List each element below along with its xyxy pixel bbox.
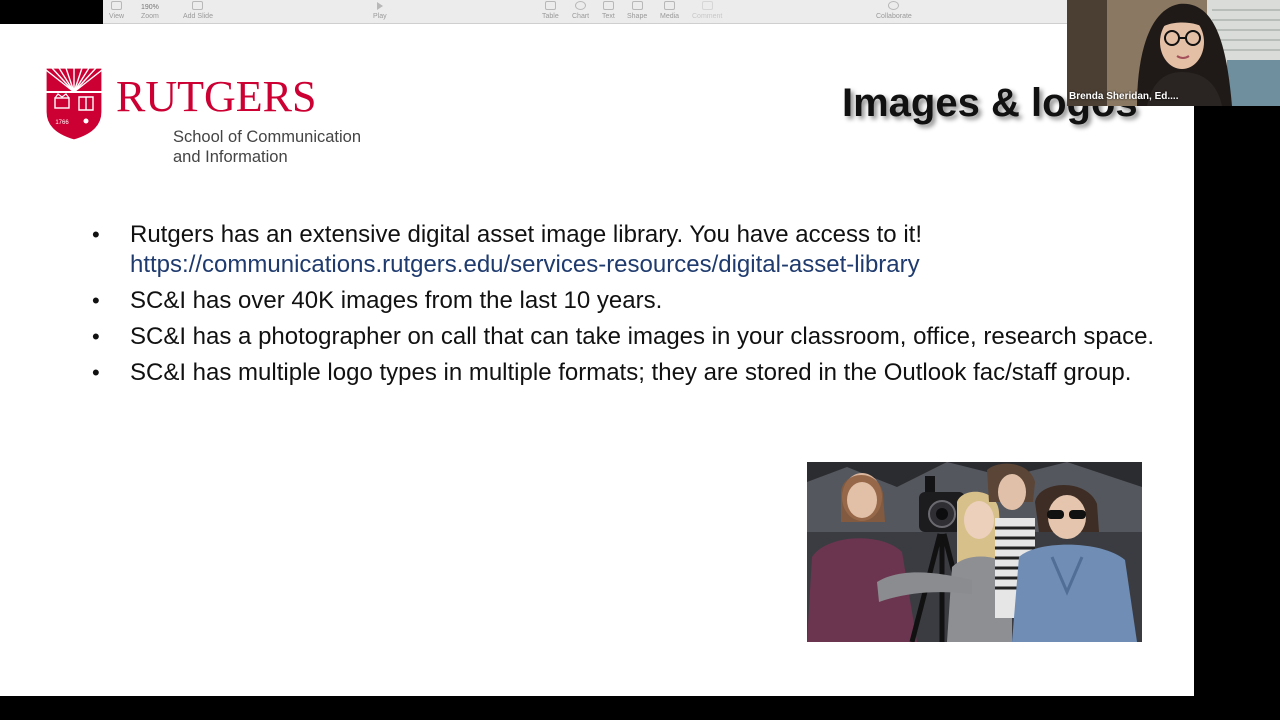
media-icon: [664, 1, 676, 10]
app-toolbar: View 190% Zoom Add Slide Play Table Char…: [103, 0, 1067, 24]
media-button[interactable]: Media: [660, 0, 679, 23]
bullet-dot-icon: •: [92, 288, 100, 313]
bullet-list: • Rutgers has an extensive digital asset…: [92, 220, 1172, 394]
participant-name: Brenda Sheridan, Ed....: [1069, 91, 1179, 102]
comment-label: Comment: [692, 13, 723, 20]
chart-label: Chart: [572, 13, 590, 20]
rutgers-shield-icon: 1766: [45, 67, 103, 141]
bullet-item: • SC&I has over 40K images from the last…: [92, 286, 1172, 316]
asset-library-link[interactable]: https://communications.rutgers.edu/servi…: [130, 251, 920, 278]
play-icon: [376, 2, 383, 10]
add-slide-label: Add Slide: [183, 13, 213, 20]
bullet-text: Rutgers has an extensive digital asset i…: [130, 221, 922, 248]
bullet-text: SC&I has over 40K images from the last 1…: [130, 287, 663, 314]
slide-canvas: 1766 RUTGERS School of Communication and…: [0, 24, 1194, 696]
students-camera-photo: [807, 462, 1142, 642]
rutgers-wordmark: RUTGERS: [116, 72, 317, 121]
add-slide-button[interactable]: Add Slide: [183, 0, 213, 23]
bullet-dot-icon: •: [92, 222, 100, 247]
chart-button[interactable]: Chart: [572, 0, 589, 23]
participant-video-tile[interactable]: Brenda Sheridan, Ed....: [1067, 0, 1280, 106]
view-button[interactable]: View: [109, 0, 124, 23]
play-button[interactable]: Play: [373, 0, 387, 23]
table-icon: [544, 1, 556, 10]
bullet-item: • SC&I has multiple logo types in multip…: [92, 358, 1172, 388]
media-label: Media: [660, 13, 680, 20]
bullet-dot-icon: •: [92, 324, 100, 349]
shape-label: Shape: [627, 13, 648, 20]
table-label: Table: [542, 13, 559, 20]
text-label: Text: [602, 13, 615, 20]
chart-icon: [575, 1, 587, 10]
bullet-item: • Rutgers has an extensive digital asset…: [92, 220, 1172, 280]
bullet-item: • SC&I has a photographer on call that c…: [92, 322, 1172, 352]
collaborate-icon: [888, 1, 900, 10]
shield-year: 1766: [55, 120, 69, 126]
school-name-line2: and Information: [173, 148, 288, 166]
play-label: Play: [373, 13, 387, 20]
shape-icon: [631, 1, 643, 10]
bullet-dot-icon: •: [92, 360, 100, 385]
bullet-text: SC&I has a photographer on call that can…: [130, 323, 1155, 350]
add-slide-icon: [192, 1, 204, 10]
view-label: View: [109, 13, 125, 20]
school-name: School of Communication and Information: [173, 127, 413, 167]
collaborate-label: Collaborate: [876, 13, 912, 20]
bullet-text: SC&I has multiple logo types in multiple…: [130, 359, 1132, 386]
school-name-line1: School of Communication: [173, 128, 362, 146]
collaborate-button[interactable]: Collaborate: [876, 0, 912, 23]
table-button[interactable]: Table: [542, 0, 559, 23]
comment-button[interactable]: Comment: [692, 0, 722, 23]
text-button[interactable]: Text: [602, 0, 615, 23]
comment-icon: [701, 1, 713, 10]
text-icon: [602, 1, 614, 10]
zoom-value: 190%: [141, 4, 159, 11]
view-icon: [111, 1, 123, 10]
shape-button[interactable]: Shape: [627, 0, 647, 23]
zoom-label: Zoom: [141, 13, 159, 20]
zoom-button[interactable]: 190% Zoom: [141, 0, 159, 23]
